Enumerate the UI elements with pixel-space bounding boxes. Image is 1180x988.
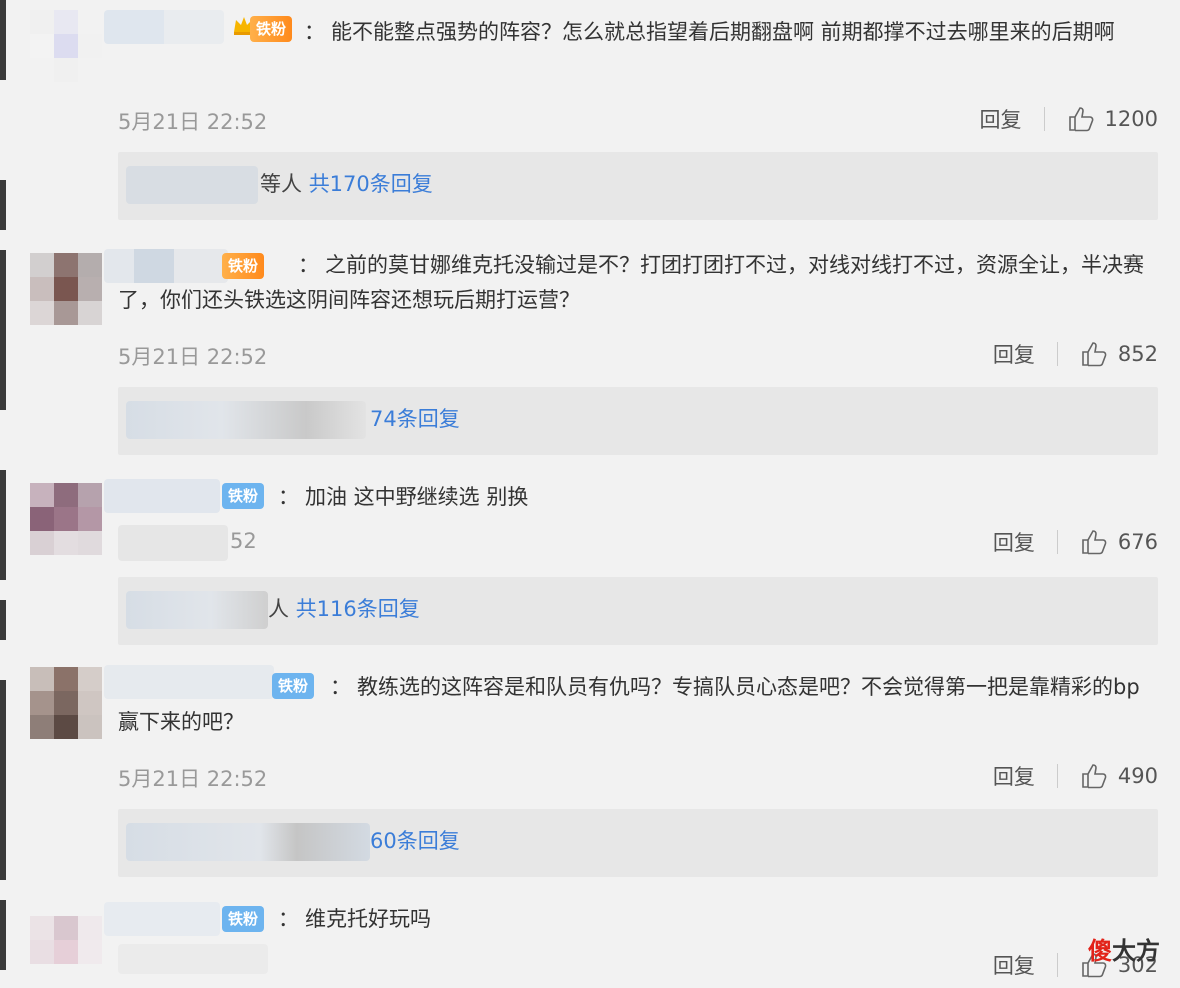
divider: [1043, 107, 1045, 131]
like-icon[interactable]: [1080, 340, 1108, 368]
reply-button[interactable]: 回复: [993, 339, 1035, 369]
like-count: 1200: [1104, 107, 1158, 131]
username-blurred: [126, 591, 268, 629]
comment-item: 铁粉 ：能不能整点强势的阵容？怎么就总指望着后期翻盘啊 前期都撑不过去哪里来的后…: [0, 0, 1180, 235]
comment-text: ：之前的莫甘娜维克托没输过是不？打团打团打不过，对线对线打不过，资源全让，半决赛…: [118, 253, 1144, 312]
comment-time: 5月21日 22:52: [118, 110, 268, 134]
reply-preview-box[interactable]: 人 共116条回复: [118, 577, 1158, 645]
blurred-region: [118, 525, 228, 561]
avatar[interactable]: [30, 253, 102, 325]
blurred-region: [118, 944, 268, 974]
like-count: 676: [1117, 530, 1158, 554]
avatar[interactable]: [30, 667, 102, 739]
like-count: 852: [1117, 342, 1158, 366]
reply-button[interactable]: 回复: [980, 104, 1022, 134]
comment-text: ：加油 这中野继续选 别换: [278, 485, 529, 509]
like-icon[interactable]: [1080, 528, 1108, 556]
reply-count-link[interactable]: 等人 共170条回复: [260, 168, 433, 198]
comment-item: 铁粉 ：维克托好玩吗 回复 302: [0, 890, 1180, 988]
divider: [1056, 953, 1058, 977]
reply-count-link[interactable]: 人 共116条回复: [268, 593, 420, 623]
reply-button[interactable]: 回复: [993, 761, 1035, 791]
comment-time: 5月21日 22:52: [118, 345, 268, 369]
reply-count-link[interactable]: 74条回复: [370, 403, 460, 433]
watermark: 傻大方: [1088, 937, 1160, 965]
like-icon[interactable]: [1080, 762, 1108, 790]
username-blurred: [126, 823, 370, 861]
reply-count-link[interactable]: 60条回复: [370, 825, 460, 855]
comment-time: 52: [230, 529, 257, 553]
divider: [1056, 764, 1058, 788]
comment-actions: 回复 852: [993, 339, 1158, 369]
comment-time: 5月21日 22:52: [118, 767, 268, 791]
username-blurred: [126, 401, 366, 439]
divider: [1056, 342, 1058, 366]
comment-actions: 回复 490: [993, 761, 1158, 791]
comment-item: 铁粉 ：教练选的这阵容是和队员有仇吗？专搞队员心态是吧？不会觉得第一把是靠精彩的…: [0, 655, 1180, 890]
reply-button[interactable]: 回复: [993, 950, 1035, 980]
comment-text: ：能不能整点强势的阵容？怎么就总指望着后期翻盘啊 前期都撑不过去哪里来的后期啊: [304, 20, 1115, 44]
comment-text: ：教练选的这阵容是和队员有仇吗？专搞队员心态是吧？不会觉得第一把是靠精彩的bp赢…: [118, 675, 1140, 734]
comment-item: 铁粉 ：加油 这中野继续选 别换 52 回复 676 人 共116条回复: [0, 465, 1180, 655]
comment-actions: 回复 676: [993, 527, 1158, 557]
comment-actions: 回复 1200: [980, 104, 1158, 134]
reply-preview-box[interactable]: 60条回复: [118, 809, 1158, 877]
like-count: 490: [1117, 764, 1158, 788]
comment-text: ：维克托好玩吗: [278, 907, 431, 931]
reply-preview-box[interactable]: 等人 共170条回复: [118, 152, 1158, 220]
weibo-comment-list: 铁粉 ：能不能整点强势的阵容？怎么就总指望着后期翻盘啊 前期都撑不过去哪里来的后…: [0, 0, 1180, 988]
username-blurred: [126, 166, 258, 204]
comment-item: 铁粉 ：之前的莫甘娜维克托没输过是不？打团打团打不过，对线对线打不过，资源全让，…: [0, 235, 1180, 465]
like-icon[interactable]: [1067, 105, 1095, 133]
avatar[interactable]: [30, 10, 102, 82]
divider: [1056, 530, 1058, 554]
reply-button[interactable]: 回复: [993, 527, 1035, 557]
avatar[interactable]: [30, 483, 102, 555]
avatar[interactable]: [30, 904, 102, 976]
reply-preview-box[interactable]: 74条回复: [118, 387, 1158, 455]
